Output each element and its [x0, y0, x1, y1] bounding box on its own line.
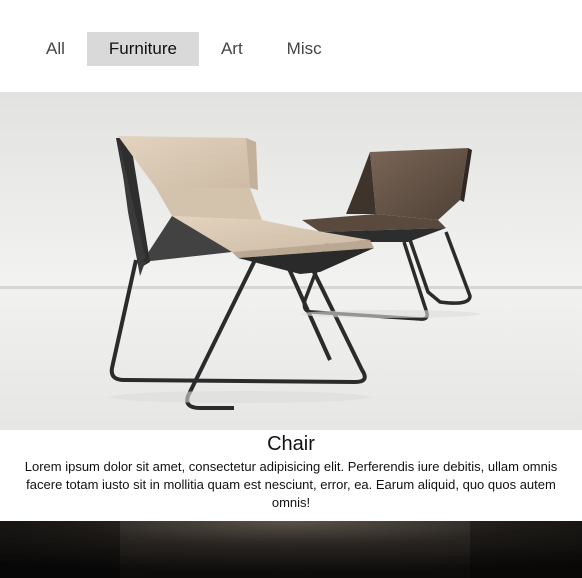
- filter-art[interactable]: Art: [199, 32, 265, 66]
- product-image-chair[interactable]: [0, 92, 582, 430]
- filter-nav: All Furniture Art Misc: [24, 32, 344, 66]
- next-product-image[interactable]: [0, 521, 582, 578]
- filter-misc[interactable]: Misc: [265, 32, 344, 66]
- product-description: Lorem ipsum dolor sit amet, consectetur …: [24, 459, 558, 510]
- gallery-page: All Furniture Art Misc Chair Lorem ipsum…: [0, 0, 582, 578]
- product-title: Chair: [267, 433, 315, 455]
- filter-all[interactable]: All: [24, 32, 87, 66]
- filter-furniture[interactable]: Furniture: [86, 32, 199, 66]
- product-caption: Chair Lorem ipsum dolor sit amet, consec…: [0, 432, 582, 512]
